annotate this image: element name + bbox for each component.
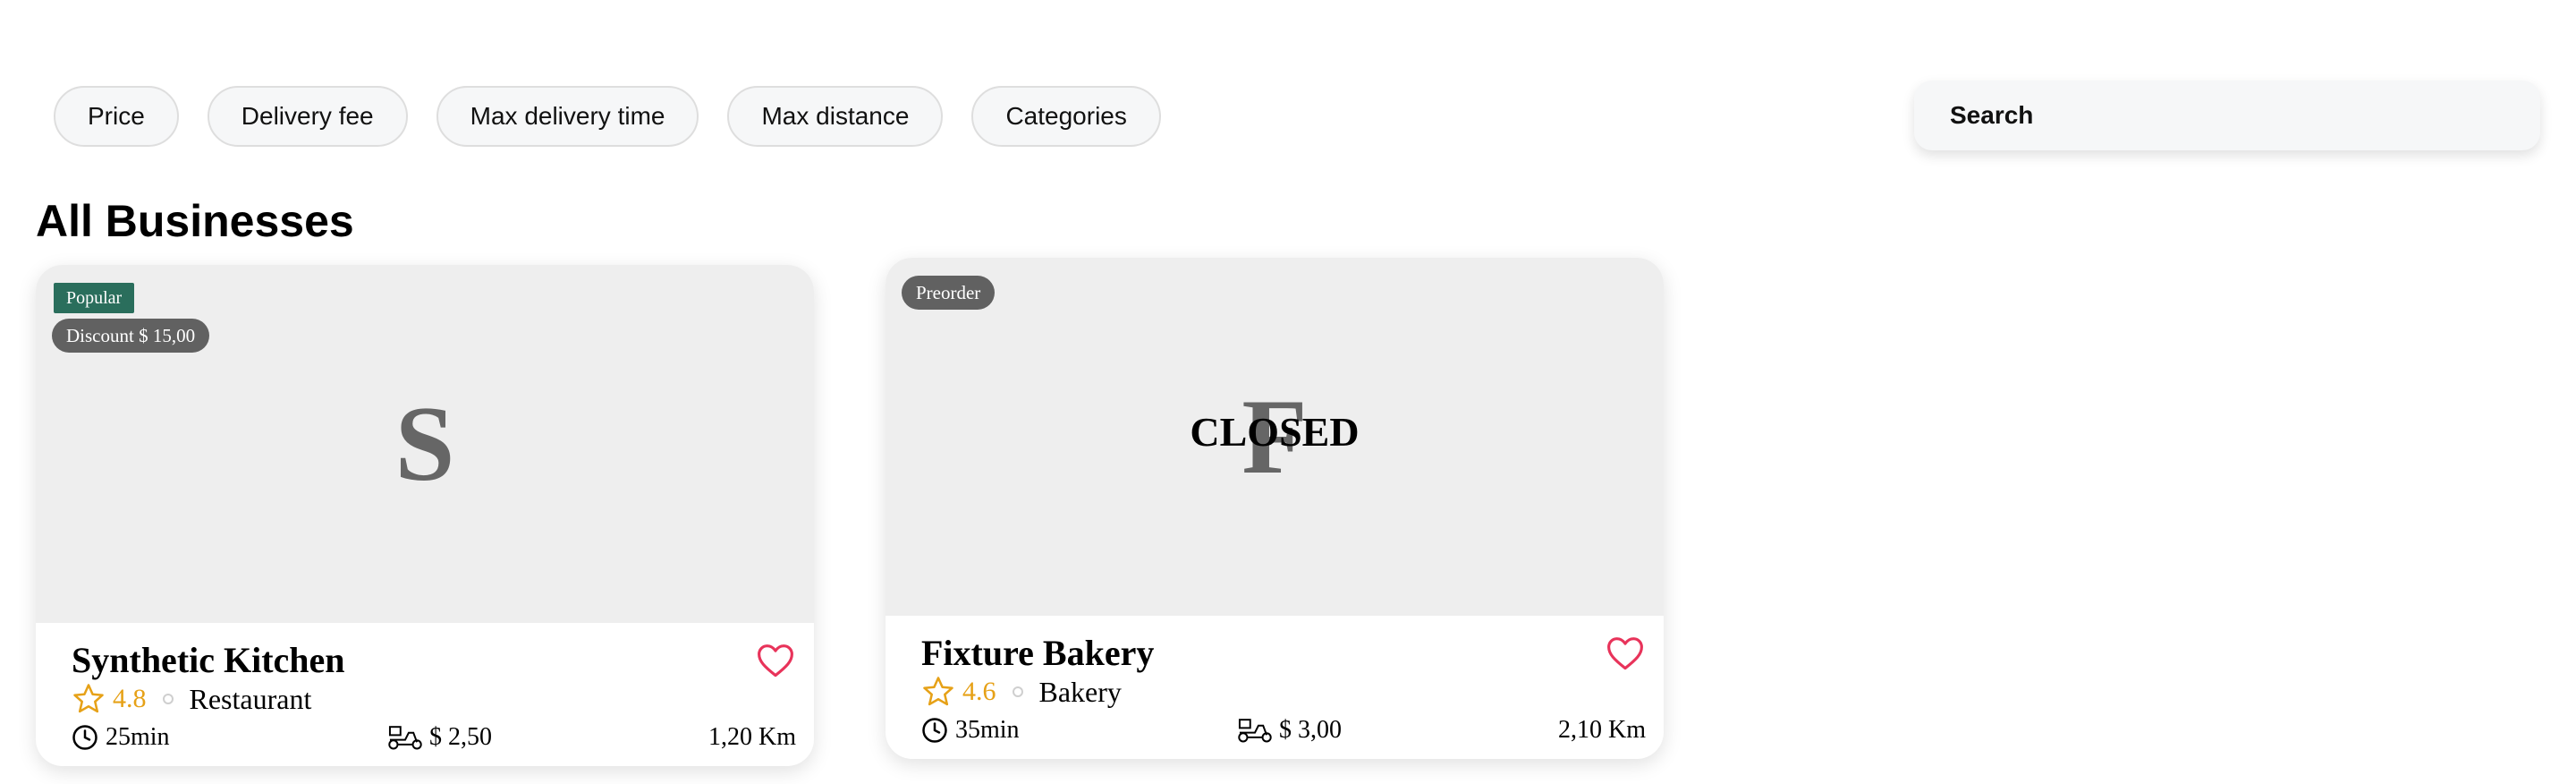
separator-dot: [162, 694, 174, 704]
delivery-fee: $ 2,50: [386, 723, 492, 752]
filter-delivery-fee-button[interactable]: Delivery fee: [207, 86, 408, 147]
rating-value: 4.6: [962, 677, 996, 706]
business-image: F CLOSED Preorder: [886, 258, 1664, 616]
distance-value: 1,20 Km: [708, 723, 796, 751]
delivery-time-value: 25min: [106, 723, 170, 751]
business-card[interactable]: S Popular Discount $ 15,00 Synthetic Kit…: [36, 265, 814, 766]
business-category: Restaurant: [189, 682, 312, 715]
popular-badge: Popular: [54, 283, 135, 313]
delivery-info-row: 25min $ 2,50 1,20 Km: [72, 723, 796, 755]
page-title: All Businesses: [36, 196, 354, 246]
business-name: Synthetic Kitchen: [72, 640, 345, 680]
delivery-fee-value: $ 2,50: [429, 723, 492, 751]
clock-icon: [922, 718, 947, 743]
delivery-info-row: 35min $ 3,00 2,10 Km: [921, 716, 1646, 748]
clock-icon: [72, 725, 97, 750]
business-name: Fixture Bakery: [921, 633, 1155, 673]
delivery-time: 25min: [72, 723, 170, 752]
closed-label: CLOSED: [1190, 409, 1360, 455]
separator-dot: [1012, 686, 1023, 697]
filter-categories-button[interactable]: Categories: [971, 86, 1161, 147]
business-image: S Popular Discount $ 15,00: [36, 265, 814, 623]
heart-outline-icon[interactable]: [1606, 635, 1644, 671]
delivery-scooter-icon: [1238, 719, 1272, 743]
preorder-badge: Preorder: [902, 276, 996, 310]
business-info: Fixture Bakery 4.6 Bakery 35min $ 3,00 2…: [886, 616, 1664, 759]
rating-row: 4.6 Bakery: [921, 675, 1122, 709]
discount-badge: Discount $ 15,00: [52, 319, 210, 353]
delivery-scooter-icon: [388, 726, 422, 750]
star-outline-icon: [923, 677, 953, 706]
delivery-fee-value: $ 3,00: [1279, 716, 1342, 744]
delivery-fee: $ 3,00: [1236, 716, 1342, 745]
rating-value: 4.8: [113, 684, 147, 713]
star-outline-icon: [73, 684, 104, 713]
business-info: Synthetic Kitchen 4.8 Restaurant 25min $…: [36, 623, 814, 766]
search-input[interactable]: Search: [1914, 81, 2540, 150]
business-card[interactable]: F CLOSED Preorder Fixture Bakery 4.6 Bak…: [886, 258, 1664, 759]
filter-bar: Price Delivery fee Max delivery time Max…: [54, 86, 1161, 147]
filter-price-button[interactable]: Price: [54, 86, 179, 147]
heart-outline-icon[interactable]: [757, 643, 794, 678]
delivery-time: 35min: [921, 716, 1020, 745]
filter-max-delivery-time-button[interactable]: Max delivery time: [436, 86, 699, 147]
rating-row: 4.8 Restaurant: [72, 682, 311, 716]
business-category: Bakery: [1038, 675, 1122, 708]
business-initial: S: [394, 384, 455, 503]
delivery-time-value: 35min: [955, 716, 1020, 744]
filter-max-distance-button[interactable]: Max distance: [727, 86, 944, 147]
distance-value: 2,10 Km: [1558, 716, 1646, 744]
